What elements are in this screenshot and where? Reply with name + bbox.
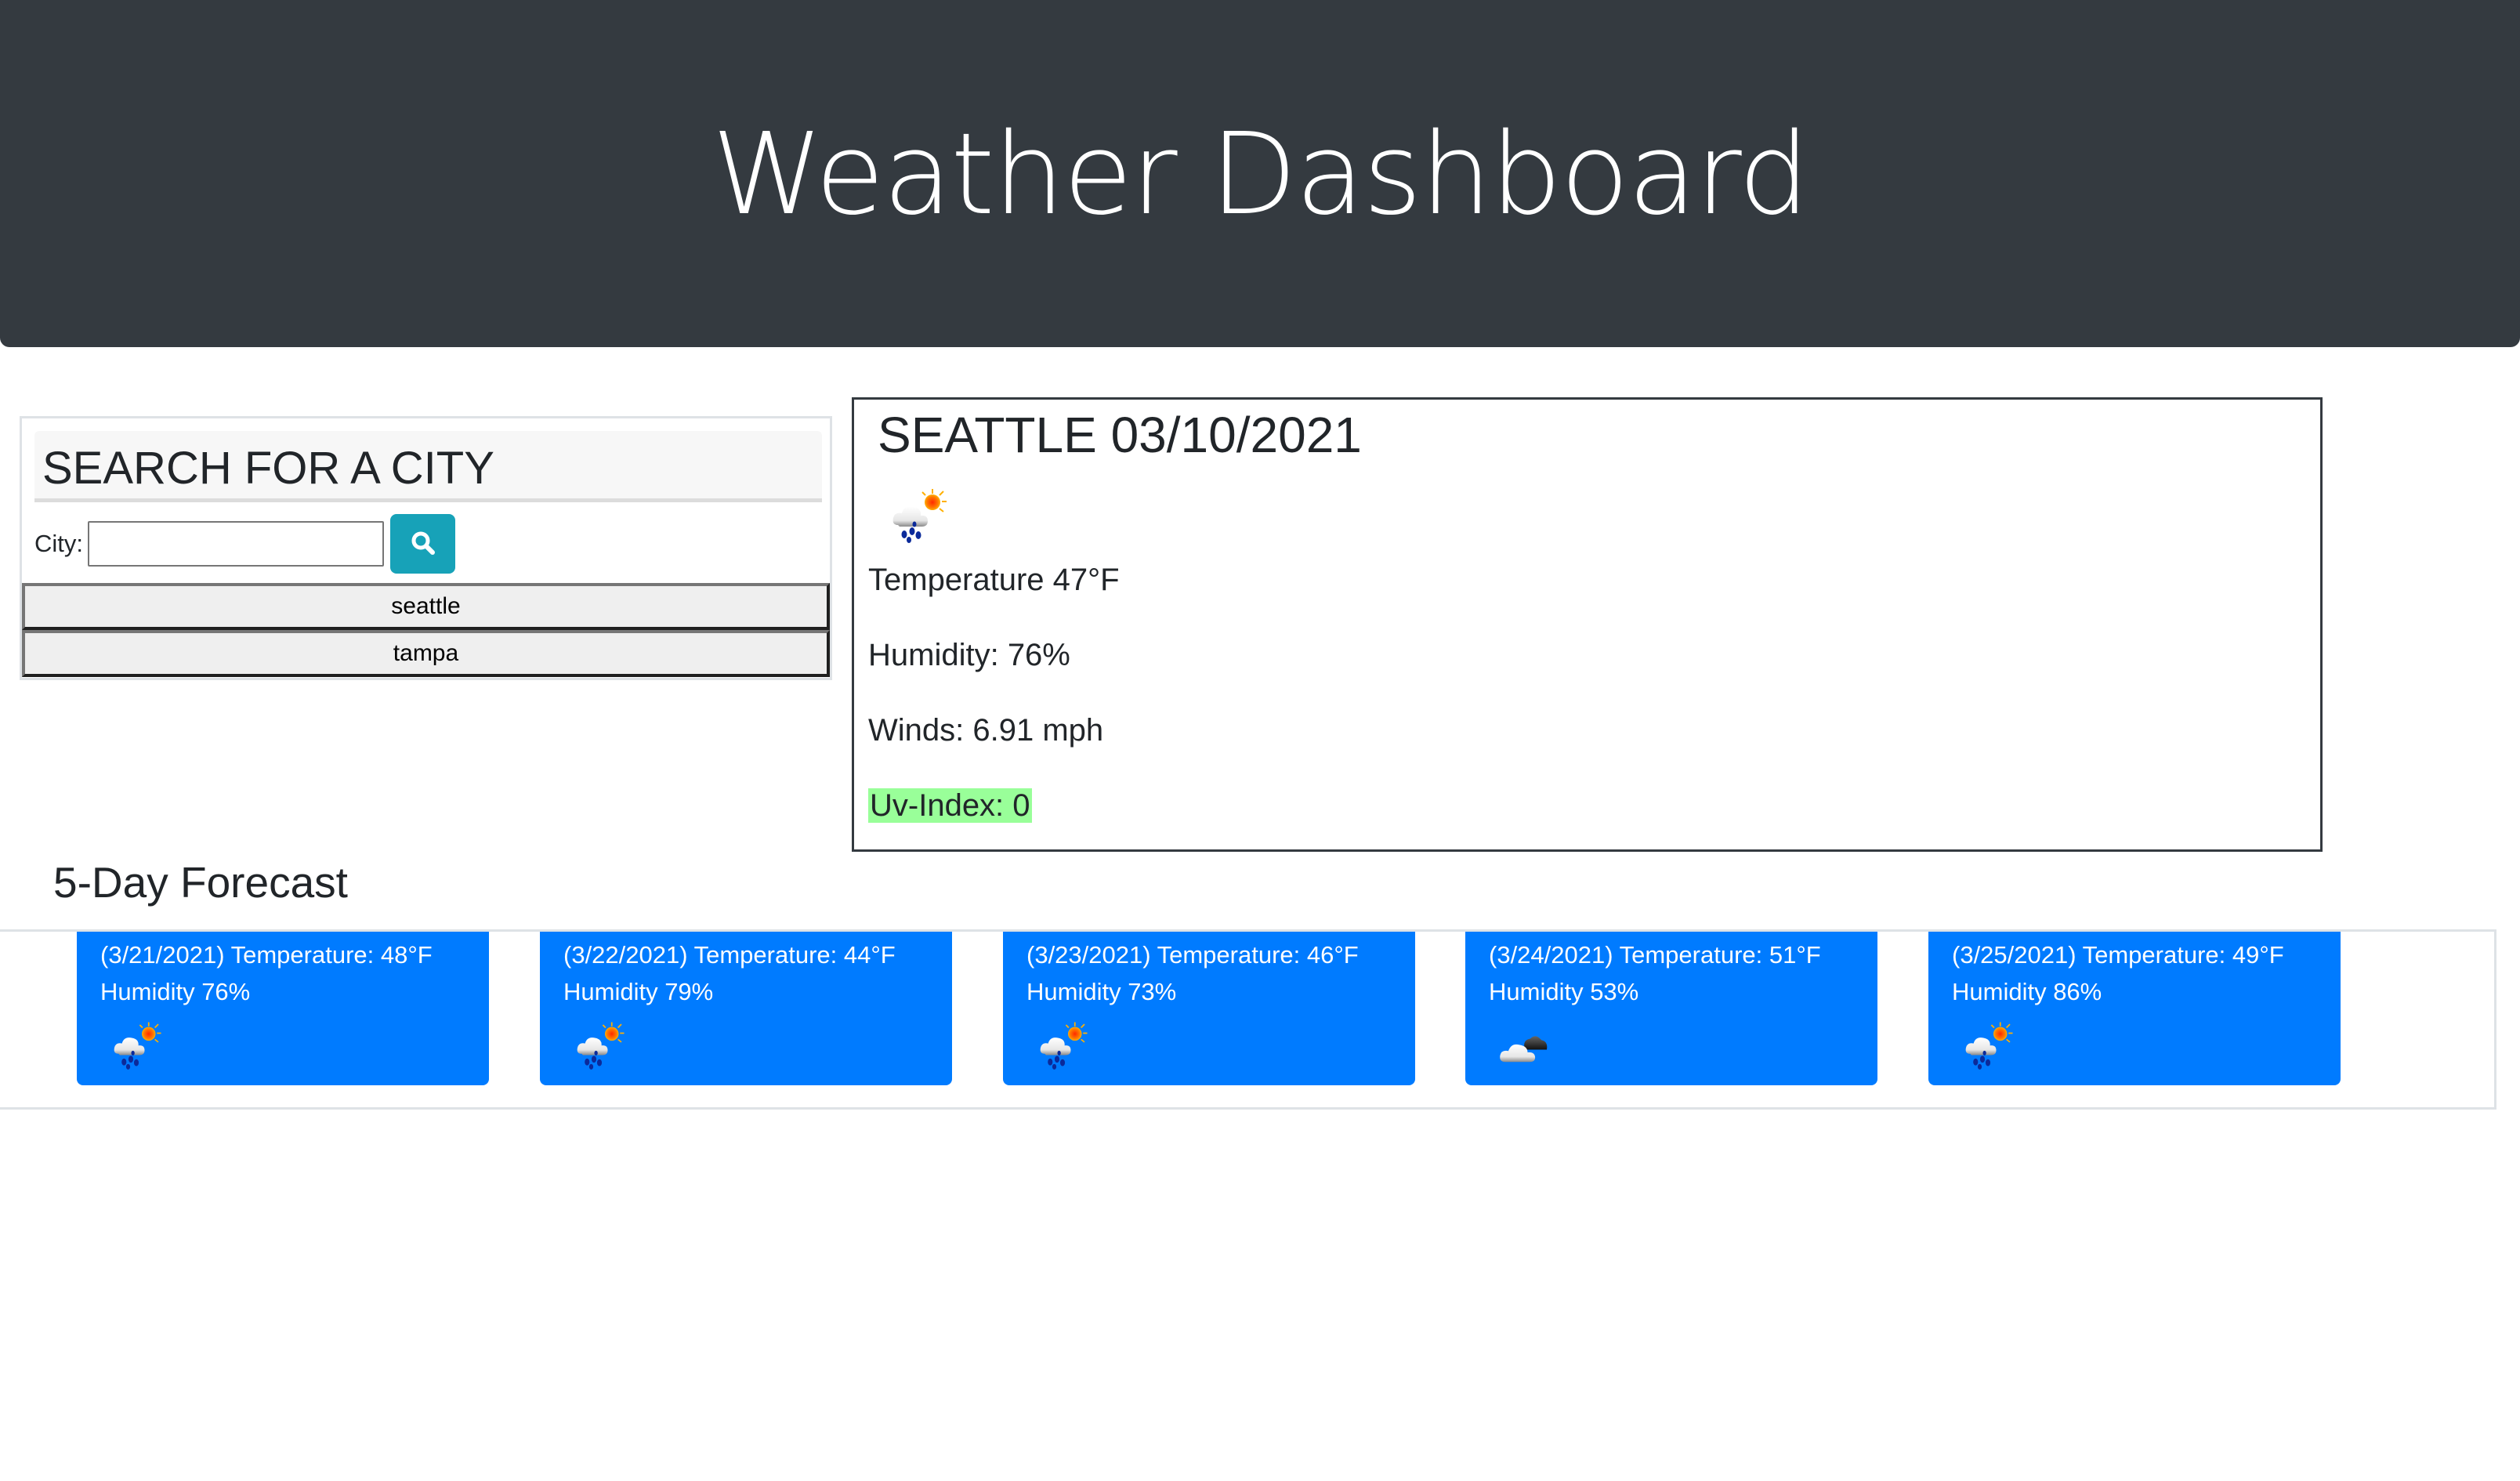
forecast-humidity: Humidity 73% — [1026, 978, 1177, 1005]
forecast-date-temp: (3/22/2021) Temperature: 44°F — [563, 941, 896, 969]
rain-sun-icon — [1031, 1019, 1094, 1074]
page-title: Weather Dashboard — [711, 107, 1809, 240]
city-label: City: — [34, 530, 83, 557]
forecast-title: 5-Day Forecast — [53, 858, 348, 907]
city-search-input[interactable] — [88, 521, 384, 567]
forecast-card: (3/24/2021) Temperature: 51°F Humidity 5… — [1465, 932, 1877, 1085]
current-humidity: Humidity: 76% — [868, 638, 1070, 672]
search-card: SEARCH FOR A CITY City: seattle tampa — [20, 416, 832, 680]
forecast-humidity: Humidity 53% — [1489, 978, 1639, 1005]
current-uv-row: Uv-Index: 0 — [868, 788, 1032, 824]
rain-sun-icon — [887, 486, 950, 549]
search-icon — [410, 530, 436, 559]
uv-index-badge: Uv-Index: 0 — [868, 788, 1032, 823]
forecast-date-temp: (3/21/2021) Temperature: 48°F — [100, 941, 433, 969]
search-button[interactable] — [390, 514, 455, 574]
forecast-humidity: Humidity 86% — [1952, 978, 2102, 1005]
forecast-card: (3/25/2021) Temperature: 49°F Humidity 8… — [1928, 932, 2341, 1085]
forecast-card: (3/22/2021) Temperature: 44°F Humidity 7… — [540, 932, 952, 1085]
search-heading: SEARCH FOR A CITY — [42, 443, 494, 494]
rain-sun-icon — [105, 1019, 168, 1074]
search-form: City: — [34, 512, 455, 575]
forecast-row: (3/21/2021) Temperature: 48°F Humidity 7… — [0, 929, 2496, 1110]
forecast-card: (3/23/2021) Temperature: 46°F Humidity 7… — [1003, 932, 1415, 1085]
history-city-button[interactable]: seattle — [22, 583, 830, 630]
forecast-date-temp: (3/25/2021) Temperature: 49°F — [1952, 941, 2284, 969]
page-header: Weather Dashboard — [0, 0, 2520, 347]
current-temperature: Temperature 47°F — [868, 563, 1120, 597]
current-winds: Winds: 6.91 mph — [868, 713, 1104, 748]
broken-clouds-icon — [1494, 1019, 1556, 1074]
forecast-date-temp: (3/23/2021) Temperature: 46°F — [1026, 941, 1359, 969]
rain-sun-icon — [1957, 1019, 2019, 1074]
current-city-date: SEATTLE 03/10/2021 — [878, 407, 1362, 463]
forecast-humidity: Humidity 79% — [563, 978, 714, 1005]
search-card-header: SEARCH FOR A CITY — [34, 431, 822, 502]
history-city-button[interactable]: tampa — [22, 630, 830, 677]
rain-sun-icon — [568, 1019, 631, 1074]
search-history-list: seattle tampa — [22, 583, 830, 677]
forecast-card: (3/21/2021) Temperature: 48°F Humidity 7… — [77, 932, 489, 1085]
forecast-humidity: Humidity 76% — [100, 978, 251, 1005]
current-weather-panel: SEATTLE 03/10/2021 Temperature 47°F Humi… — [852, 397, 2323, 852]
forecast-date-temp: (3/24/2021) Temperature: 51°F — [1489, 941, 1821, 969]
